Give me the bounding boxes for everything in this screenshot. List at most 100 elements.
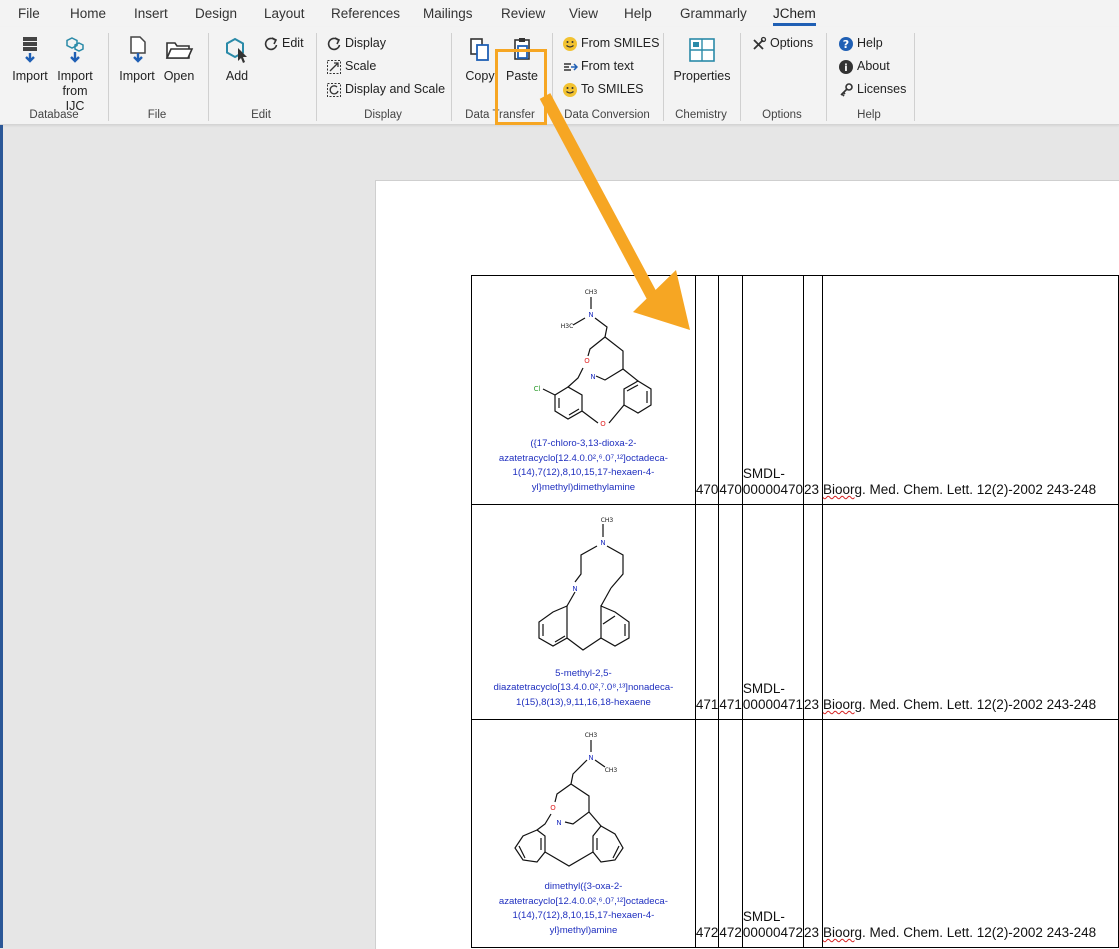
structure-cell[interactable]: CH3 N N 5-methyl-2,5- diazatetracyclo[13.… — [471, 504, 696, 720]
smiley-icon — [563, 36, 577, 51]
smiley-icon — [563, 82, 577, 97]
tab-review[interactable]: Review — [501, 6, 545, 21]
atom-label: N — [589, 311, 594, 319]
reference: Bioorg. Med. Chem. Lett. 12(2)-2002 243-… — [822, 925, 1097, 940]
structure-cell[interactable]: CH3 N CH3 O N dimethyl({3-oxa-2- azatetra… — [471, 719, 696, 948]
scale-icon — [327, 59, 341, 74]
import-from-ijc-button[interactable]: Import from IJC — [52, 35, 98, 114]
group-separator — [663, 33, 664, 121]
id: 470 — [719, 482, 742, 497]
count: 23 — [804, 482, 820, 497]
database-import-button[interactable]: Import — [9, 35, 51, 84]
tools-icon — [753, 36, 767, 50]
add-button[interactable]: Add — [219, 35, 255, 84]
compound-table[interactable]: CH3 N H3C O N O Cl ({17-chloro-3,13-diox… — [471, 275, 1119, 948]
molecule-name: ({17-chloro-3,13-dioxa-2- azatetracyclo[1… — [498, 438, 668, 493]
ribbon-tab-bar: File Home Insert Design Layout Reference… — [0, 0, 1119, 27]
group-label-database: Database — [29, 109, 79, 121]
atom-label: CH3 — [605, 767, 618, 774]
svg-text:?: ? — [843, 38, 849, 51]
atom-label: O — [601, 420, 607, 428]
group-label-edit: Edit — [251, 109, 271, 121]
atom-label: N — [573, 585, 578, 593]
tab-references[interactable]: References — [331, 6, 400, 21]
group-label-chemistry: Chemistry — [675, 109, 727, 121]
atom-label: H3C — [561, 323, 574, 330]
licenses-button[interactable]: Licenses — [838, 80, 906, 98]
tab-layout[interactable]: Layout — [264, 6, 305, 21]
atom-label: O — [585, 357, 591, 365]
tab-home[interactable]: Home — [70, 6, 106, 21]
file-import-icon — [130, 36, 146, 63]
svg-text:i: i — [844, 63, 847, 74]
tab-mailings[interactable]: Mailings — [423, 6, 473, 21]
id: 472 — [719, 925, 742, 940]
tab-jchem[interactable]: JChem — [773, 6, 816, 26]
atom-label: N — [591, 373, 596, 381]
cd-id: 470 — [695, 482, 719, 497]
tab-file[interactable]: File — [18, 6, 40, 21]
group-separator — [108, 33, 109, 121]
tab-grammarly[interactable]: Grammarly — [680, 6, 747, 21]
text-arrow-icon — [564, 63, 578, 71]
group-separator — [316, 33, 317, 121]
display-button[interactable]: Display — [326, 34, 386, 52]
properties-grid-icon — [689, 38, 715, 62]
molecule-structure-3: CH3 N CH3 O N — [514, 732, 625, 867]
edit-button[interactable]: Edit — [263, 34, 304, 52]
display-scale-icon — [327, 82, 341, 97]
atom-label: N — [557, 819, 562, 827]
display-refresh-icon — [327, 36, 341, 50]
group-label-data-conversion: Data Conversion — [564, 109, 650, 121]
tab-view[interactable]: View — [569, 6, 598, 21]
folder-open-icon — [165, 42, 194, 59]
scale-button[interactable]: Scale — [326, 57, 376, 75]
cd-id: 472 — [695, 925, 719, 940]
display-and-scale-button[interactable]: Display and Scale — [326, 80, 445, 98]
smdl-id: SMDL- 00000471 — [742, 681, 803, 712]
id: 471 — [719, 697, 742, 712]
group-separator — [826, 33, 827, 121]
group-separator — [451, 33, 452, 121]
count: 23 — [804, 697, 820, 712]
cd-id: 471 — [695, 697, 719, 712]
about-button[interactable]: i About — [838, 57, 890, 75]
copy-button[interactable]: Copy — [462, 35, 498, 84]
from-text-button[interactable]: From text — [562, 57, 634, 75]
help-button[interactable]: ? Help — [838, 34, 883, 52]
group-label-help: Help — [857, 109, 881, 121]
window-edge — [0, 125, 3, 948]
from-smiles-button[interactable]: From SMILES — [562, 34, 660, 52]
to-smiles-button[interactable]: To SMILES — [562, 80, 644, 98]
tab-help[interactable]: Help — [624, 6, 652, 21]
atom-label: N — [589, 754, 594, 762]
open-button[interactable]: Open — [160, 35, 198, 84]
group-separator — [552, 33, 553, 121]
structure-cell[interactable]: CH3 N H3C O N O Cl ({17-chloro-3,13-diox… — [471, 275, 696, 505]
table-row: CH3 N N 5-methyl-2,5- diazatetracyclo[13.… — [471, 504, 1119, 720]
smdl-id: SMDL- 00000472 — [742, 909, 803, 940]
edit-refresh-icon — [264, 36, 278, 50]
table-row: CH3 N CH3 O N dimethyl({3-oxa-2- azatetra… — [471, 719, 1119, 948]
add-structure-icon — [226, 37, 247, 63]
group-label-options: Options — [762, 109, 802, 121]
group-label-display: Display — [364, 109, 402, 121]
tab-insert[interactable]: Insert — [134, 6, 168, 21]
key-icon — [840, 82, 853, 97]
ribbon: Import Import from IJC Database Import Op… — [0, 27, 1119, 125]
group-separator — [208, 33, 209, 121]
table-row: CH3 N H3C O N O Cl ({17-chloro-3,13-diox… — [471, 275, 1119, 505]
atom-label: Cl — [534, 385, 541, 393]
file-import-button[interactable]: Import — [117, 35, 157, 84]
atom-label: CH3 — [585, 732, 598, 739]
properties-button[interactable]: Properties — [672, 35, 732, 84]
group-label-file: File — [147, 109, 167, 121]
tab-design[interactable]: Design — [195, 6, 237, 21]
count: 23 — [804, 925, 820, 940]
atom-label: CH3 — [601, 517, 614, 524]
options-button[interactable]: Options — [751, 34, 813, 52]
info-icon: i — [839, 59, 853, 74]
help-icon: ? — [839, 36, 853, 51]
atom-label: O — [551, 804, 557, 812]
paste-highlight-box — [495, 49, 547, 125]
